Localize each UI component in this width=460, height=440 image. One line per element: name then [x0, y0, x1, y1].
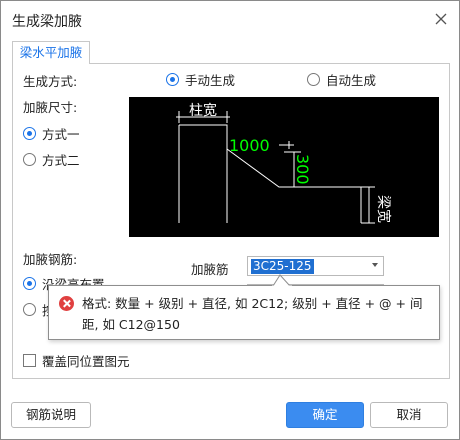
column-width-text: 柱宽: [189, 102, 217, 119]
radio-manual-generation[interactable]: 手动生成: [166, 70, 235, 89]
column-outline: [178, 124, 228, 223]
horizontal-dimension-text: 1000: [229, 136, 270, 155]
haunch-diagram: 柱宽 1000 300 梁宽: [129, 97, 439, 237]
tooltip-pointer: [272, 274, 292, 288]
haunch-rebar-label: 加腋钢筋:: [23, 252, 78, 267]
vertical-dimension-text: 300: [293, 154, 312, 185]
haunch-diagram-drawing: 柱宽 1000 300 梁宽: [176, 102, 392, 224]
title-bar: 生成梁加腋: [1, 1, 459, 37]
haunch-size-label: 加腋尺寸:: [23, 100, 78, 115]
haunch-rebar-field-label: 加腋筋: [191, 262, 229, 277]
radio-label: 手动生成: [185, 73, 236, 88]
checkbox-label: 覆盖同位置图元: [42, 354, 130, 369]
tab-beam-horizontal-haunch[interactable]: 梁水平加腋: [12, 41, 90, 64]
dialog-title: 生成梁加腋: [12, 14, 82, 30]
radio-dot: [166, 73, 179, 86]
rebar-help-button[interactable]: 钢筋说明: [11, 402, 91, 428]
generation-mode-label: 生成方式:: [23, 74, 78, 89]
close-icon: [435, 13, 447, 25]
radio-auto-generation[interactable]: 自动生成: [307, 70, 376, 89]
radio-label: 方式一: [42, 127, 80, 142]
cancel-button[interactable]: 取消: [370, 402, 448, 428]
radio-dot: [23, 153, 36, 166]
radio-size-mode-2[interactable]: 方式二: [23, 150, 80, 169]
haunch-rebar-combobox[interactable]: 3C25-125: [247, 256, 384, 276]
close-button[interactable]: [433, 11, 449, 27]
format-tooltip: 格式: 数量 + 级别 + 直径, 如 2C12; 级别 + 直径 + @ + …: [48, 285, 440, 340]
radio-label: 自动生成: [326, 73, 377, 88]
radio-size-mode-1[interactable]: 方式一: [23, 124, 80, 143]
radio-dot: [23, 303, 36, 316]
checkbox-box[interactable]: [23, 354, 36, 367]
haunch-rebar-value[interactable]: 3C25-125: [251, 259, 314, 274]
beam-width-text: 梁宽: [375, 195, 392, 223]
ok-button[interactable]: 确定: [286, 402, 364, 428]
beam-edges: [361, 186, 375, 224]
error-icon: [59, 296, 74, 311]
radio-dot: [23, 127, 36, 140]
radio-label: 方式二: [42, 153, 80, 168]
chevron-down-icon[interactable]: [372, 263, 378, 267]
beam-width-dimension: [363, 186, 375, 224]
tooltip-message: 格式: 数量 + 级别 + 直径, 如 2C12; 级别 + 直径 + @ + …: [82, 296, 423, 332]
radio-dot: [307, 73, 320, 86]
radio-dot: [23, 277, 36, 290]
overwrite-checkbox[interactable]: 覆盖同位置图元: [23, 351, 130, 370]
